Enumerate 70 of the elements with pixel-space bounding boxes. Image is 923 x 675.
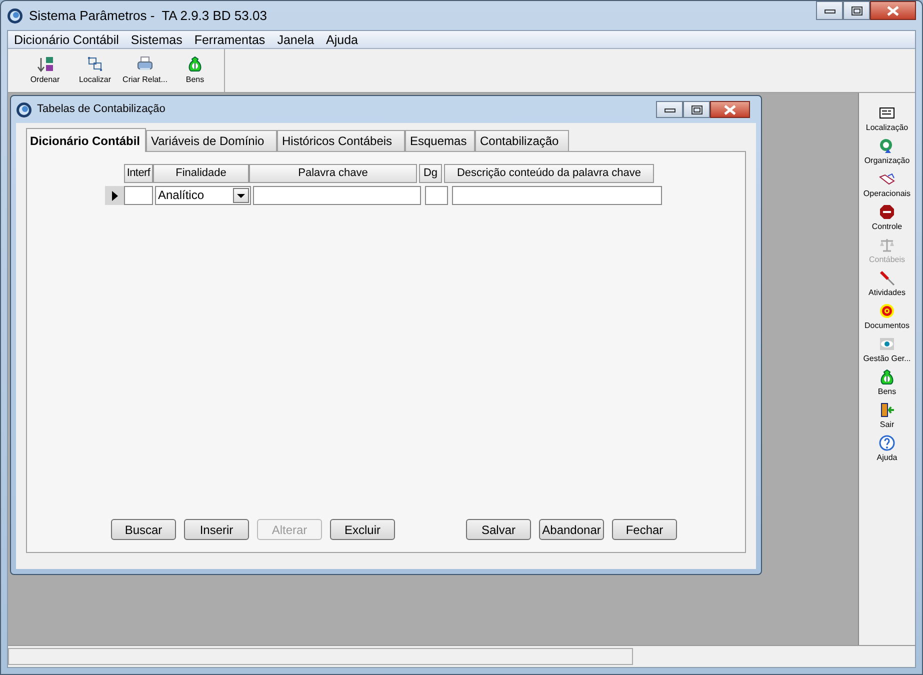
minimize-button[interactable]: [816, 1, 843, 20]
toolbar-button[interactable]: Localizar: [70, 56, 120, 86]
column-header[interactable]: Palavra chave: [249, 164, 417, 183]
action-button[interactable]: Salvar: [466, 519, 531, 540]
close-icon: [886, 6, 900, 16]
menu-item[interactable]: Ferramentas: [188, 31, 272, 48]
input-field[interactable]: [425, 186, 448, 205]
money-bag-icon: [187, 56, 203, 72]
input-field[interactable]: [124, 186, 153, 205]
sort-icon: [37, 56, 53, 72]
toolbar-button[interactable]: Bens: [170, 56, 220, 86]
sidebar-item[interactable]: Documentos: [859, 303, 915, 332]
tab[interactable]: Contabilização: [475, 130, 569, 151]
minimize-icon: [664, 106, 676, 112]
sidebar-item[interactable]: Controle: [859, 204, 915, 233]
toolbar-button[interactable]: Ordenar: [20, 56, 70, 86]
column-header[interactable]: Descrição conteúdo da palavra chave: [444, 164, 654, 183]
input-field[interactable]: [253, 186, 421, 205]
tab[interactable]: Históricos Contábeis: [277, 130, 405, 151]
caret-icon: [237, 194, 245, 198]
screwdriver-icon: [879, 270, 895, 286]
sidebar-item[interactable]: Localização: [859, 105, 915, 134]
input-field[interactable]: [452, 186, 662, 205]
toolbar-button[interactable]: Criar Relat...: [120, 56, 170, 86]
menu-item[interactable]: Sistemas: [124, 31, 188, 48]
menu-item[interactable]: Dicionário Contábil: [8, 31, 125, 48]
window-title: Tabelas de Contabilização: [37, 102, 166, 118]
close-icon: [723, 104, 737, 114]
tab[interactable]: Variáveis de Domínio: [146, 130, 277, 151]
scales-icon: [879, 237, 895, 253]
minimize-icon: [824, 8, 836, 14]
sidebar-item[interactable]: Gestão Ger...: [859, 336, 915, 365]
action-button[interactable]: Inserir: [184, 519, 249, 540]
app-icon: [7, 8, 23, 24]
action-button[interactable]: Abandonar: [539, 519, 604, 540]
column-header[interactable]: Interf: [124, 164, 153, 183]
tab[interactable]: Dicionário Contábil: [26, 128, 146, 152]
target-icon: [879, 303, 895, 319]
close-button[interactable]: [710, 101, 750, 118]
maximize-button[interactable]: [843, 1, 870, 20]
window-title: Sistema Parâmetros - TA 2.9.3 BD 53.03: [29, 6, 267, 25]
minimize-button[interactable]: [656, 101, 683, 118]
stop-icon: [879, 204, 895, 220]
sidebar-item[interactable]: Atividades: [859, 270, 915, 299]
window-icon: [16, 102, 32, 118]
money-bag-icon: [879, 369, 895, 385]
action-button[interactable]: Buscar: [111, 519, 176, 540]
dropdown-button[interactable]: [233, 188, 249, 203]
sidebar-item[interactable]: Organização: [859, 138, 915, 167]
action-button[interactable]: Fechar: [612, 519, 677, 540]
door-exit-icon: [879, 402, 895, 418]
card-icon: [879, 105, 895, 121]
maximize-icon: [690, 104, 702, 114]
help-icon: [879, 435, 895, 451]
column-header[interactable]: Dg: [419, 164, 442, 183]
menu-item[interactable]: Ajuda: [320, 31, 364, 48]
sidebar-item[interactable]: Bens: [859, 369, 915, 398]
action-button[interactable]: Excluir: [330, 519, 395, 540]
printer-icon: [137, 56, 153, 72]
column-header[interactable]: Finalidade: [153, 164, 249, 183]
sidebar-item[interactable]: Sair: [859, 402, 915, 431]
sidebar-item[interactable]: Operacionais: [859, 171, 915, 200]
maximize-button[interactable]: [683, 101, 710, 118]
close-button[interactable]: [870, 1, 916, 20]
tab[interactable]: Esquemas: [405, 130, 475, 151]
menu-item[interactable]: Janela: [271, 31, 320, 48]
dropdown-field[interactable]: Analítico: [155, 186, 251, 205]
eye-icon: [879, 336, 895, 352]
maximize-icon: [850, 6, 862, 16]
sidebar-item[interactable]: Ajuda: [859, 435, 915, 464]
